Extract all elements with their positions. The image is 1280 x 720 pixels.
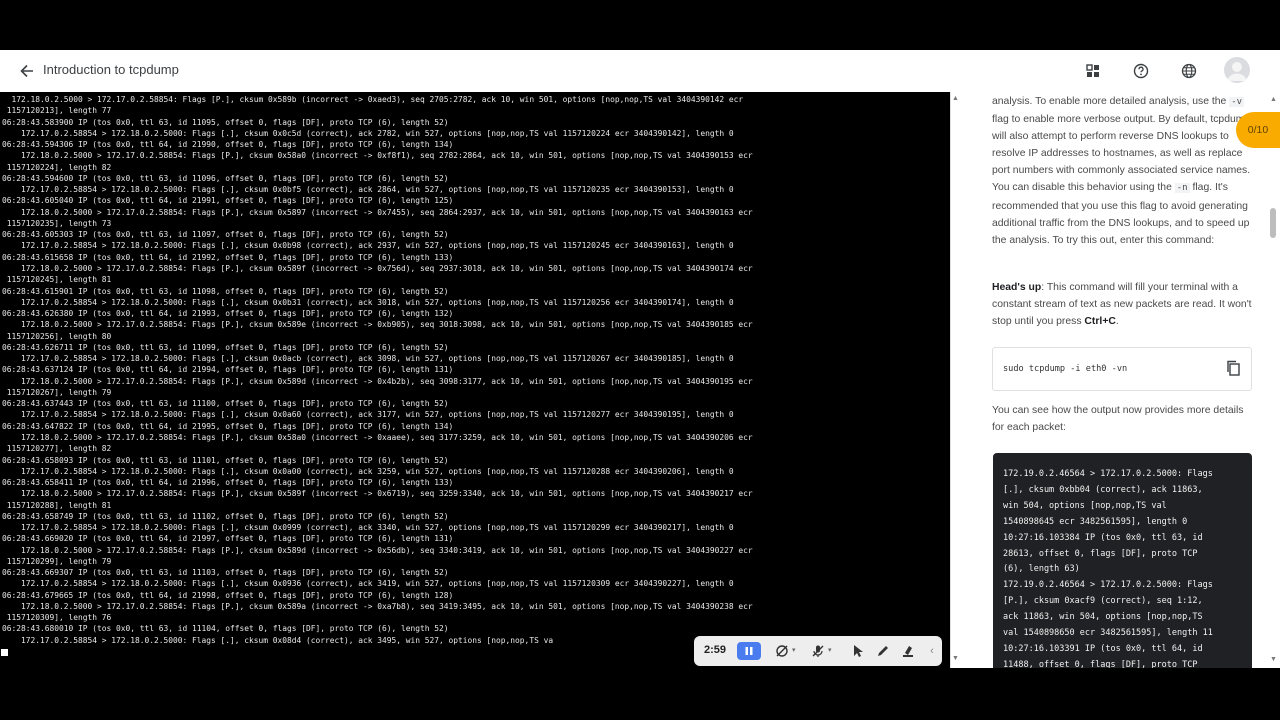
terminal-line: 172.18.0.2.5000 > 172.17.0.2.58854: Flag… <box>2 320 753 330</box>
terminal-line: 06:28:43.669020 IP (tos 0x0, ttl 64, id … <box>2 534 454 544</box>
terminal-line: 06:28:43.658411 IP (tos 0x0, ttl 64, id … <box>2 478 454 488</box>
terminal-line: 172.17.0.2.58854 > 172.18.0.2.5000: Flag… <box>2 410 734 420</box>
terminal-line: 172.18.0.2.5000 > 172.17.0.2.58854: Flag… <box>2 601 753 611</box>
terminal-line: 06:28:43.658749 IP (tos 0x0, ttl 63, id … <box>2 511 449 521</box>
inline-code-v: -v <box>1229 97 1245 107</box>
progress-badge[interactable]: 0/10 <box>1236 112 1280 148</box>
inline-code-n: -n <box>1174 183 1190 194</box>
highlighter-icon[interactable] <box>900 643 916 659</box>
panel-scrollbar-thumb[interactable] <box>1270 208 1276 238</box>
terminal-line: 172.17.0.2.58854 > 172.18.0.2.5000: Flag… <box>2 185 734 195</box>
pointer-icon[interactable] <box>850 643 866 659</box>
terminal-line: 172.18.0.2.5000 > 172.17.0.2.58854: Flag… <box>2 263 753 273</box>
terminal-scrollbar[interactable] <box>950 92 960 668</box>
terminal-line: 06:28:43.669307 IP (tos 0x0, ttl 63, id … <box>2 568 449 578</box>
terminal-line: 172.17.0.2.58854 > 172.18.0.2.5000: Flag… <box>2 466 734 476</box>
terminal-line: 06:28:43.647822 IP (tos 0x0, ttl 64, id … <box>2 421 454 431</box>
letterbox-bottom <box>0 668 1280 720</box>
collapse-chevron-icon[interactable]: ‹ <box>924 643 940 659</box>
scroll-down-arrow-icon[interactable]: ▼ <box>952 655 959 662</box>
letterbox-top <box>0 0 1280 50</box>
instructions-paragraph-verbose: analysis. To enable more detailed analys… <box>992 93 1252 249</box>
page-title: Introduction to tcpdump <box>43 62 179 77</box>
output-description: You can see how the output now provides … <box>992 405 1244 434</box>
terminal-line: 06:28:43.615901 IP (tos 0x0, ttl 63, id … <box>2 286 449 296</box>
terminal-line: 1157120245], length 81 <box>2 275 112 285</box>
terminal-line: 172.17.0.2.58854 > 172.18.0.2.5000: Flag… <box>2 354 734 364</box>
terminal-line: 172.18.0.2.5000 > 172.17.0.2.58854: Flag… <box>2 432 753 442</box>
pen-icon[interactable] <box>875 643 891 659</box>
sample-output-text: 172.19.0.2.46564 > 172.17.0.2.5000: Flag… <box>1003 469 1213 670</box>
terminal-line: 172.18.0.2.5000 > 172.17.0.2.58854: Flag… <box>2 545 753 555</box>
command-code-block: sudo tcpdump -i eth0 -vn <box>992 347 1252 391</box>
recording-timer: 2:59 <box>704 644 727 656</box>
terminal-line: 06:28:43.583900 IP (tos 0x0, ttl 63, id … <box>2 117 449 127</box>
terminal-line: 1157120256], length 80 <box>2 331 112 341</box>
panel-scroll-down-arrow-icon[interactable]: ▼ <box>1270 656 1277 663</box>
terminal-line: 1157120213], length 77 <box>2 106 112 116</box>
terminal-line: 1157120288], length 81 <box>2 500 112 510</box>
terminal-line: 172.17.0.2.58854 > 172.18.0.2.5000: Flag… <box>2 523 734 533</box>
terminal-line: 172.17.0.2.58854 > 172.18.0.2.5000: Flag… <box>2 297 734 307</box>
app-header: Introduction to tcpdump <box>0 50 1280 92</box>
terminal-line: 1157120299], length 79 <box>2 556 112 566</box>
terminal-line: 06:28:43.680010 IP (tos 0x0, ttl 63, id … <box>2 624 449 634</box>
apps-grid-icon[interactable] <box>1083 61 1103 81</box>
terminal-line: 06:28:43.637124 IP (tos 0x0, ttl 64, id … <box>2 365 454 375</box>
mic-options-chevron-icon[interactable]: ▾ <box>828 646 832 654</box>
terminal-line: 06:28:43.594600 IP (tos 0x0, ttl 63, id … <box>2 173 449 183</box>
terminal-line: 172.18.0.2.5000 > 172.17.0.2.58854: Flag… <box>2 376 753 386</box>
terminal-line: 172.18.0.2.5000 > 172.17.0.2.58854: Flag… <box>2 95 744 104</box>
terminal-line: 172.18.0.2.5000 > 172.17.0.2.58854: Flag… <box>2 489 753 499</box>
copy-icon[interactable] <box>1225 360 1243 378</box>
command-text: sudo tcpdump -i eth0 -vn <box>1003 364 1128 374</box>
terminal-line: 172.17.0.2.58854 > 172.18.0.2.5000: Flag… <box>2 128 734 138</box>
terminal-line: 172.18.0.2.5000 > 172.17.0.2.58854: Flag… <box>2 207 753 217</box>
terminal-line: 172.17.0.2.58854 > 172.18.0.2.5000: Flag… <box>2 241 734 251</box>
recording-toolbar: 2:59 ▾ ▾ ‹ <box>694 636 942 666</box>
terminal-line: 06:28:43.594306 IP (tos 0x0, ttl 64, id … <box>2 140 454 150</box>
panel-scroll-up-arrow-icon[interactable]: ▲ <box>1270 96 1277 103</box>
terminal-lines: 172.18.0.2.5000 > 172.17.0.2.58854: Flag… <box>2 94 948 646</box>
terminal-cursor <box>1 649 8 656</box>
headsup-paragraph: Head's up: This command will fill your t… <box>992 279 1252 330</box>
camera-options-chevron-icon[interactable]: ▾ <box>792 646 796 654</box>
terminal-line: 1157120277], length 82 <box>2 444 112 454</box>
terminal-line: 06:28:43.605040 IP (tos 0x0, ttl 64, id … <box>2 196 454 206</box>
terminal-line: 1157120267], length 79 <box>2 387 112 397</box>
para-text: analysis. To enable more detailed analys… <box>992 96 1230 107</box>
camera-off-icon[interactable] <box>774 643 790 659</box>
terminal-line: 06:28:43.605303 IP (tos 0x0, ttl 63, id … <box>2 230 449 240</box>
account-avatar[interactable] <box>1224 57 1250 83</box>
terminal-line: 1157120309], length 76 <box>2 613 112 623</box>
terminal-line: 172.17.0.2.58854 > 172.18.0.2.5000: Flag… <box>2 579 734 589</box>
help-icon[interactable] <box>1131 61 1151 81</box>
terminal-line: 1157120235], length 73 <box>2 218 112 228</box>
scroll-up-arrow-icon[interactable]: ▲ <box>952 95 959 102</box>
terminal-line: 172.18.0.2.5000 > 172.17.0.2.58854: Flag… <box>2 151 753 161</box>
terminal-line: 06:28:43.615658 IP (tos 0x0, ttl 64, id … <box>2 252 454 262</box>
terminal-line: 06:28:43.626380 IP (tos 0x0, ttl 64, id … <box>2 309 454 319</box>
mic-off-icon[interactable] <box>810 643 826 659</box>
headsup-end: . <box>1115 316 1119 328</box>
terminal-line: 06:28:43.626711 IP (tos 0x0, ttl 63, id … <box>2 342 449 352</box>
headsup-key: Ctrl+C <box>1084 316 1116 328</box>
terminal-line: 06:28:43.658093 IP (tos 0x0, ttl 63, id … <box>2 455 449 465</box>
pause-button[interactable] <box>737 642 761 660</box>
terminal-line: 1157120224], length 82 <box>2 162 112 172</box>
sample-output-block: 172.19.0.2.46564 > 172.17.0.2.5000: Flag… <box>993 453 1252 683</box>
headsup-label: Head's up <box>992 282 1042 293</box>
globe-icon[interactable] <box>1179 61 1199 81</box>
terminal-line: 06:28:43.637443 IP (tos 0x0, ttl 63, id … <box>2 399 449 409</box>
back-arrow-icon[interactable] <box>16 61 38 81</box>
terminal-output[interactable]: 172.18.0.2.5000 > 172.17.0.2.58854: Flag… <box>0 92 950 668</box>
terminal-line: 06:28:43.679665 IP (tos 0x0, ttl 64, id … <box>2 590 454 600</box>
